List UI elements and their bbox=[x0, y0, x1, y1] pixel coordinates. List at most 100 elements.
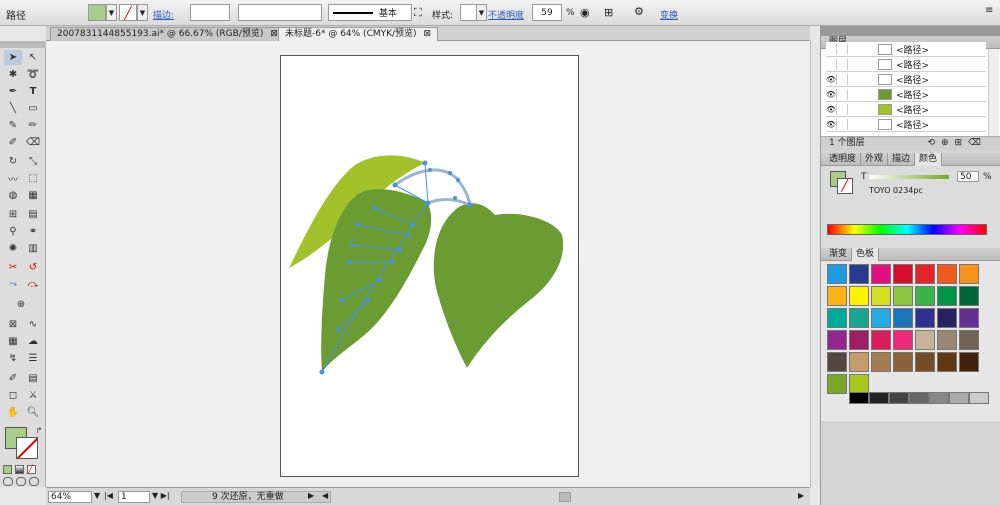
transform-link[interactable]: 变换 bbox=[660, 8, 678, 21]
gray-swatch[interactable] bbox=[929, 392, 949, 404]
blob-brush-icon[interactable]: ✐ bbox=[4, 135, 22, 150]
blend-icon[interactable]: ⚭ bbox=[24, 224, 42, 239]
color-swatch[interactable] bbox=[849, 330, 869, 350]
knife-icon[interactable]: ⚔ bbox=[24, 388, 42, 403]
color-swatch[interactable] bbox=[959, 286, 979, 306]
rotate-icon[interactable]: ↻ bbox=[4, 154, 22, 169]
brush-definition-field[interactable]: 基本 bbox=[328, 4, 412, 21]
lock-icon[interactable] bbox=[837, 73, 848, 85]
panel-menu-icon[interactable]: ≡ bbox=[985, 5, 993, 16]
artboard-icon[interactable]: ✂ bbox=[4, 260, 22, 275]
visibility-icon[interactable]: 👁︎ bbox=[826, 73, 837, 85]
color-swatch[interactable] bbox=[937, 264, 957, 284]
tab-stroke[interactable]: 描边 bbox=[888, 153, 916, 166]
isolate-icon[interactable]: ⚙ bbox=[634, 5, 644, 18]
gradient-mode-icon[interactable] bbox=[15, 465, 24, 474]
color-mode-icon[interactable] bbox=[3, 465, 12, 474]
lock-icon[interactable] bbox=[837, 43, 848, 55]
mesh-icon[interactable]: ⊞ bbox=[4, 207, 22, 222]
opacity-field[interactable]: 59 bbox=[532, 4, 562, 21]
lasso-icon[interactable]: ➰ bbox=[24, 67, 42, 82]
twirl-icon[interactable]: ↯ bbox=[4, 351, 22, 366]
crop-icon[interactable]: ◻ bbox=[4, 388, 22, 403]
tab-swatches[interactable]: 色板 bbox=[852, 248, 880, 261]
layer-row[interactable]: 👁︎ <路径> bbox=[826, 117, 986, 132]
shape-builder-icon[interactable]: ◍ bbox=[4, 188, 22, 203]
visibility-icon[interactable] bbox=[826, 43, 837, 55]
variable-width-field[interactable] bbox=[238, 4, 322, 21]
color-swatch[interactable] bbox=[871, 352, 891, 372]
draw-normal-icon[interactable] bbox=[3, 477, 13, 486]
layer-row[interactable]: <路径> bbox=[826, 42, 986, 57]
color-swatch[interactable] bbox=[893, 330, 913, 350]
color-swatch[interactable] bbox=[871, 308, 891, 328]
lock-icon[interactable] bbox=[837, 103, 848, 115]
eyedropper-icon[interactable]: ⚲ bbox=[4, 224, 22, 239]
color-spectrum[interactable] bbox=[827, 224, 987, 235]
gray-swatch[interactable] bbox=[909, 392, 929, 404]
gray-swatch[interactable] bbox=[889, 392, 909, 404]
color-swatch[interactable] bbox=[937, 308, 957, 328]
visibility-icon[interactable]: 👁︎ bbox=[826, 103, 837, 115]
align-icon[interactable]: ⛶ bbox=[414, 6, 422, 20]
color-swatch[interactable] bbox=[849, 352, 869, 372]
color-swatch[interactable] bbox=[827, 264, 847, 284]
layer-row[interactable]: <路径> bbox=[826, 57, 986, 72]
gradient-icon[interactable]: ▤ bbox=[24, 207, 42, 222]
eyedropper-2-icon[interactable]: ✐ bbox=[4, 371, 22, 386]
column-graph-icon[interactable]: ▦ bbox=[4, 334, 22, 349]
color-swatch[interactable] bbox=[827, 330, 847, 350]
rectangle-tool-icon[interactable]: ▭ bbox=[24, 101, 42, 116]
smudge-icon[interactable]: ☁ bbox=[24, 334, 42, 349]
color-swatch[interactable] bbox=[871, 286, 891, 306]
gray-swatch[interactable] bbox=[969, 392, 989, 404]
stroke-color-button[interactable]: ╱ bbox=[119, 4, 137, 21]
color-swatch[interactable] bbox=[915, 308, 935, 328]
wave-icon[interactable]: ∿ bbox=[24, 317, 42, 332]
gray-swatch[interactable] bbox=[949, 392, 969, 404]
pencil-icon[interactable]: ✏ bbox=[24, 118, 42, 133]
status-menu-icon[interactable]: ▶ bbox=[308, 491, 314, 500]
fill-color-button[interactable] bbox=[88, 4, 106, 21]
color-swatch[interactable] bbox=[827, 286, 847, 306]
width-tool-icon[interactable]: ⤳ bbox=[4, 277, 22, 292]
visibility-icon[interactable] bbox=[826, 58, 837, 70]
color-swatch[interactable] bbox=[915, 352, 935, 372]
color-swatch[interactable] bbox=[827, 374, 847, 394]
color-swatch[interactable] bbox=[849, 286, 869, 306]
tab-appearance[interactable]: 外观 bbox=[861, 153, 889, 166]
tab-color[interactable]: 颜色 bbox=[915, 153, 943, 166]
tint-slider[interactable] bbox=[869, 175, 949, 179]
tab-document-2[interactable]: 未标题-6* @ 64% (CMYK/预览) ⊠ bbox=[278, 27, 438, 41]
fill-dropdown[interactable]: ▼ bbox=[106, 4, 117, 21]
visibility-icon[interactable]: 👁︎ bbox=[826, 118, 837, 130]
stroke-swatch[interactable] bbox=[16, 437, 38, 459]
graph-icon[interactable]: ▥ bbox=[24, 241, 42, 256]
visibility-icon[interactable]: 👁︎ bbox=[826, 88, 837, 100]
layers-scrollbar[interactable] bbox=[988, 49, 999, 139]
hand-grid-icon[interactable]: ⊕ bbox=[12, 297, 30, 312]
recolor-icon[interactable]: ◉ bbox=[580, 6, 590, 19]
layer-row[interactable]: 👁︎ <路径> bbox=[826, 87, 986, 102]
color-swatch[interactable] bbox=[871, 264, 891, 284]
close-icon[interactable]: ⊠ bbox=[270, 29, 278, 39]
color-swatch[interactable] bbox=[959, 352, 979, 372]
measure-icon[interactable]: ▤ bbox=[24, 371, 42, 386]
list-icon[interactable]: ☰ bbox=[24, 351, 42, 366]
none-mode-icon[interactable]: ╱ bbox=[27, 465, 36, 474]
draw-inside-icon[interactable] bbox=[29, 477, 39, 486]
draw-behind-icon[interactable] bbox=[16, 477, 26, 486]
magic-wand-icon[interactable]: ✱ bbox=[4, 67, 22, 82]
paintbrush-icon[interactable]: ✎ bbox=[4, 118, 22, 133]
color-swatch[interactable] bbox=[915, 286, 935, 306]
stroke-weight-field[interactable] bbox=[190, 4, 230, 21]
color-swatch[interactable] bbox=[893, 264, 913, 284]
gray-swatch[interactable] bbox=[869, 392, 889, 404]
opacity-link[interactable]: 不透明度 bbox=[488, 8, 524, 21]
eraser-icon[interactable]: ⌫ bbox=[24, 135, 42, 150]
vertical-scrollbar[interactable] bbox=[810, 41, 820, 487]
tab-gradient[interactable]: 渐变 bbox=[825, 248, 853, 261]
color-swatch[interactable] bbox=[849, 264, 869, 284]
lock-icon[interactable] bbox=[837, 58, 848, 70]
stroke-dropdown[interactable]: ▼ bbox=[137, 4, 148, 21]
